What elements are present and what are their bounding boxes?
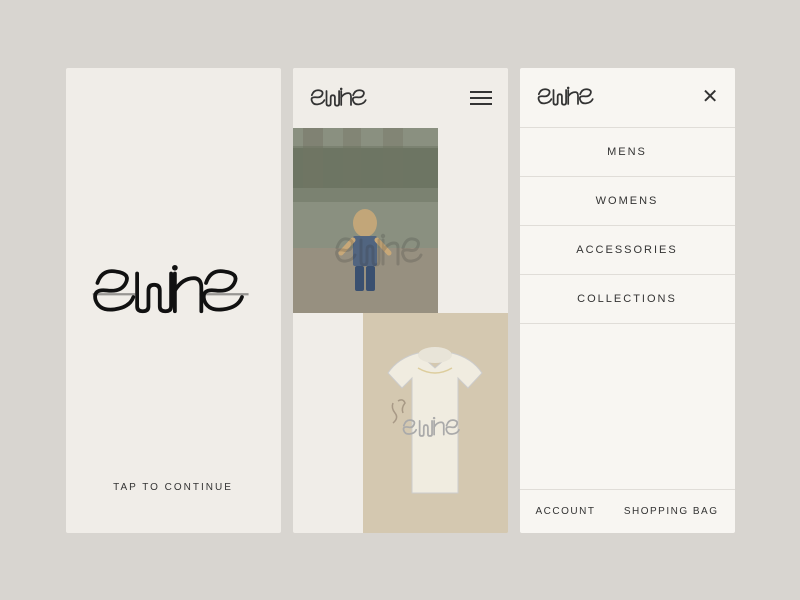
menu-header: ✕ xyxy=(520,68,735,128)
menu-item-womens[interactable]: WOMENS xyxy=(520,177,735,226)
shopping-bag-link[interactable]: SHOPPING BAG xyxy=(624,506,719,517)
tshirt-image[interactable] xyxy=(363,313,508,533)
main-screen xyxy=(293,68,508,533)
splash-screen[interactable]: TAP TO CONTINUE xyxy=(66,68,281,533)
menu-screen: ✕ MENS WOMENS ACCESSORIES COLLECTIONS AC… xyxy=(520,68,735,533)
menu-item-accessories[interactable]: ACCESSORIES xyxy=(520,226,735,275)
hamburger-line-1 xyxy=(470,91,492,93)
close-button[interactable]: ✕ xyxy=(702,87,719,107)
watermark-logo xyxy=(333,228,463,288)
menu-item-mens[interactable]: MENS xyxy=(520,128,735,177)
hamburger-line-3 xyxy=(470,103,492,105)
splash-logo xyxy=(88,98,258,482)
menu-item-collections[interactable]: COLLECTIONS xyxy=(520,275,735,324)
screens-container: TAP TO CONTINUE xyxy=(46,38,755,563)
main-header xyxy=(293,68,508,128)
account-link[interactable]: ACCOUNT xyxy=(536,506,596,517)
menu-footer: ACCOUNT SHOPPING BAG xyxy=(520,489,735,533)
hamburger-line-2 xyxy=(470,97,492,99)
images-grid xyxy=(293,128,508,533)
menu-nav: MENS WOMENS ACCESSORIES COLLECTIONS xyxy=(520,128,735,489)
hamburger-button[interactable] xyxy=(470,91,492,105)
tap-to-continue-label: TAP TO CONTINUE xyxy=(113,482,233,493)
tshirt-photo xyxy=(363,313,508,533)
